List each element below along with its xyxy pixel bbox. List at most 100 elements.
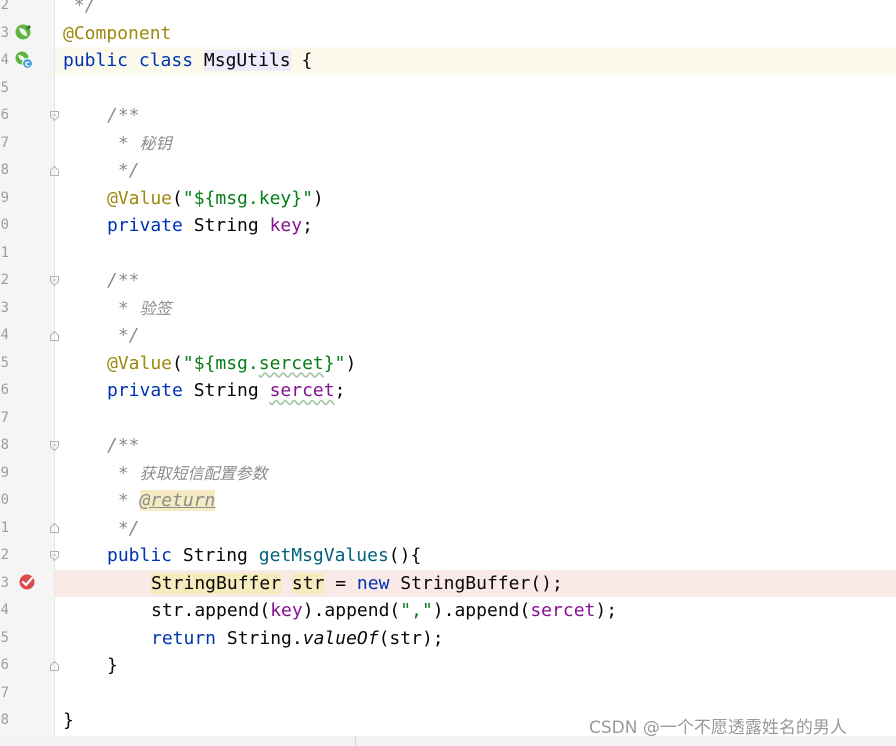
string-literal-typo: sercet (258, 352, 324, 374)
code-text: (str); (378, 627, 444, 649)
code-line-breakpoint[interactable]: StringBuffer str = new StringBuffer(); (55, 569, 896, 597)
code-text: ) (345, 352, 357, 374)
spring-class-icon[interactable]: C (14, 50, 34, 70)
line-number: 6 (0, 107, 9, 123)
code-line[interactable]: */ (55, 157, 896, 185)
code-line[interactable]: @Value("${msg.sercet}") (55, 350, 896, 378)
code-line[interactable]: return String.valueOf(str); (55, 625, 896, 653)
line-number: 3 (0, 24, 9, 41)
code-line[interactable]: private String key; (55, 212, 896, 240)
field-name: sercet (269, 380, 335, 401)
code-text: ); (595, 600, 618, 621)
comment: * (107, 132, 140, 154)
code-line[interactable]: /** (55, 267, 896, 295)
code-line[interactable]: * 获取短信配置参数 (55, 460, 896, 488)
line-number: 10 (0, 217, 9, 233)
code-text: StringBuffer(); (389, 572, 563, 594)
line-number: 15 (0, 354, 9, 371)
code-area[interactable]: */ @Component public class MsgUtils { /*… (55, 0, 896, 746)
line-number: 19 (0, 464, 9, 481)
line-number: 4 (0, 52, 9, 68)
line-number: 28 (0, 712, 9, 728)
code-line[interactable]: str.append(key).append(",").append(serce… (55, 597, 896, 625)
code-line[interactable]: */ (55, 515, 896, 543)
code-line-current[interactable]: public class MsgUtils { (55, 47, 896, 75)
line-number: 21 (0, 519, 9, 536)
comment: */ (107, 517, 140, 539)
line-number: 2 (0, 0, 9, 13)
code-line[interactable]: */ (55, 322, 896, 350)
horizontal-scrollbar[interactable] (0, 736, 896, 746)
field-name: key (269, 215, 303, 236)
line-number: 9 (0, 189, 9, 206)
code-text: { (290, 50, 313, 71)
annotation: @Value (107, 352, 173, 374)
string-literal: "${msg.key}" (182, 187, 313, 209)
code-text: ( (172, 352, 183, 374)
code-line[interactable]: * 验签 (55, 295, 896, 323)
code-line[interactable]: public String getMsgValues(){ (55, 542, 896, 570)
keyword: class (138, 50, 194, 71)
code-line[interactable]: @Component (55, 20, 896, 48)
code-text: ) (312, 187, 324, 209)
svg-text:C: C (25, 61, 30, 69)
scrollbar-divider (355, 736, 356, 746)
comment: */ (107, 325, 140, 346)
comment: */ (63, 0, 96, 16)
line-number: 13 (0, 299, 9, 316)
code-editor[interactable]: 2345678910111213141516171819202122232425… (0, 0, 896, 746)
code-text: (){ (388, 545, 422, 566)
line-number: 22 (0, 547, 9, 563)
code-line[interactable]: /** (55, 102, 896, 130)
code-line[interactable]: private String sercet; (55, 377, 896, 405)
code-line[interactable]: @Value("${msg.key}") (55, 185, 896, 213)
comment: * (107, 490, 140, 511)
line-number: 24 (0, 602, 9, 618)
spring-bean-icon[interactable] (14, 22, 34, 42)
code-text: str.append( (151, 600, 271, 621)
line-number: 25 (0, 629, 9, 646)
comment: /** (107, 435, 140, 456)
line-number: 17 (0, 409, 9, 426)
keyword: public (107, 545, 173, 566)
line-number: 18 (0, 437, 9, 453)
variable-name: str (291, 572, 325, 594)
code-text: ; (334, 380, 346, 401)
keyword: public (63, 50, 129, 71)
code-text: } (107, 655, 118, 676)
field-name: key (270, 600, 303, 621)
code-text: = (324, 572, 357, 594)
code-text: String (172, 545, 259, 566)
comment: /** (107, 270, 140, 291)
string-literal: }" (323, 352, 346, 374)
code-line[interactable]: } (55, 652, 896, 680)
code-line[interactable]: /** (55, 432, 896, 460)
comment-text: 验签 (139, 298, 172, 318)
type-name: StringBuffer (151, 572, 282, 594)
code-line[interactable]: * @return (55, 487, 896, 515)
class-name: MsgUtils (203, 50, 291, 71)
line-number: 14 (0, 327, 9, 343)
line-number: 26 (0, 657, 9, 673)
code-text: ( (172, 187, 183, 209)
code-line[interactable]: */ (55, 0, 896, 20)
static-method: valueOf (302, 627, 379, 649)
line-number: 27 (0, 684, 9, 701)
comment-text: 获取短信配置参数 (139, 463, 268, 483)
string-literal: "${msg. (182, 352, 259, 374)
line-number: 16 (0, 382, 9, 398)
code-text: ; (302, 215, 313, 236)
comment: /** (107, 105, 140, 126)
breakpoint-icon[interactable] (18, 572, 38, 592)
code-text: } (63, 710, 74, 731)
javadoc-return-tag: @return (139, 490, 216, 511)
code-line[interactable]: * 秘钥 (55, 130, 896, 158)
string-literal: "," (400, 600, 433, 621)
code-text: String (182, 215, 270, 236)
line-number: 5 (0, 79, 9, 96)
line-number: 7 (0, 134, 9, 151)
code-text: ).append( (432, 600, 531, 621)
